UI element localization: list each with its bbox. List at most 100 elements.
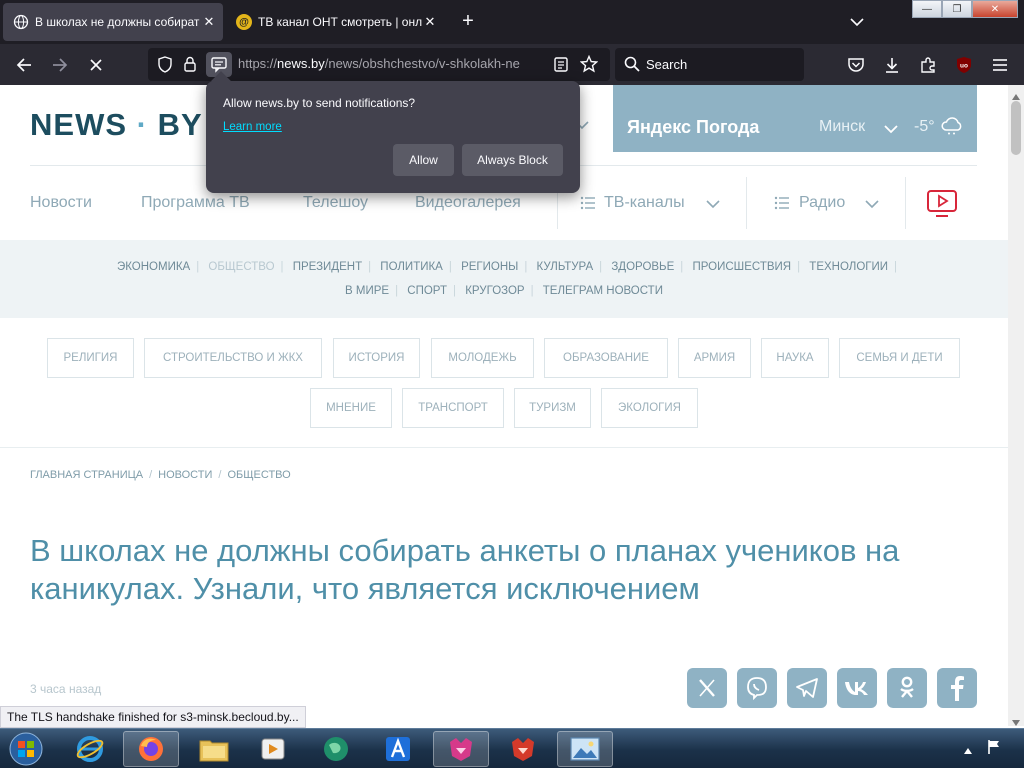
action-center-flag-icon[interactable] <box>986 738 1002 761</box>
chevron-down-icon[interactable] <box>705 197 721 215</box>
image-viewer-icon[interactable] <box>557 731 613 767</box>
x-icon[interactable] <box>687 668 727 708</box>
window-controls: — ❐ ✕ <box>912 0 1018 18</box>
rubric-link[interactable]: ТЕЛЕГРАМ НОВОСТИ <box>537 285 669 297</box>
ont-favicon-icon: @ <box>236 14 252 30</box>
back-arrow-icon[interactable] <box>13 54 35 76</box>
popup-message: Allow news.by to send notifications? <box>223 96 416 110</box>
nav-news[interactable]: Новости <box>30 194 92 212</box>
tag-button[interactable]: ИСТОРИЯ <box>333 338 420 378</box>
allow-button[interactable]: Allow <box>393 144 454 176</box>
rubric-link[interactable]: ПОЛИТИКА <box>374 261 449 273</box>
list-all-tabs-icon[interactable] <box>846 12 868 32</box>
tag-button[interactable]: ЭКОЛОГИЯ <box>601 388 698 428</box>
firefox-icon[interactable] <box>123 731 179 767</box>
start-button[interactable] <box>4 730 48 768</box>
site-logo[interactable]: NEWS · BY <box>30 107 203 143</box>
rubric-link[interactable]: В МИРЕ <box>339 285 395 297</box>
facebook-icon[interactable] <box>937 668 977 708</box>
fox-app-icon[interactable] <box>433 731 489 767</box>
rubric-link[interactable]: КУЛЬТУРА <box>531 261 600 273</box>
extensions-icon[interactable] <box>917 54 939 76</box>
breadcrumb-society[interactable]: ОБЩЕСТВО <box>227 469 290 481</box>
tracking-shield-icon[interactable] <box>157 56 173 78</box>
globe-app-icon[interactable] <box>308 731 364 767</box>
tag-button[interactable]: ТРАНСПОРТ <box>402 388 504 428</box>
reader-view-icon[interactable] <box>553 56 569 78</box>
rubric-link[interactable]: ПРОИСШЕСТВИЯ <box>686 261 797 273</box>
weather-temperature: -5° <box>914 118 935 135</box>
globe-icon <box>13 14 29 30</box>
show-hidden-icons-icon[interactable] <box>963 742 973 760</box>
close-window-button[interactable]: ✕ <box>972 0 1018 18</box>
pocket-icon[interactable] <box>845 54 867 76</box>
tag-button[interactable]: ОБРАЗОВАНИЕ <box>544 338 668 378</box>
file-explorer-icon[interactable] <box>186 731 242 767</box>
article-headline: В школах не должны собирать анкеты о пла… <box>30 533 900 606</box>
rubric-link[interactable]: КРУГОЗОР <box>459 285 530 297</box>
learn-more-link[interactable]: Learn more <box>223 121 282 133</box>
stop-loading-icon[interactable] <box>85 54 107 76</box>
chevron-down-icon[interactable] <box>864 197 880 215</box>
forward-arrow-icon[interactable] <box>49 54 71 76</box>
rubric-link[interactable]: ТЕХНОЛОГИИ <box>803 261 894 273</box>
ublock-origin-icon[interactable]: uo <box>953 54 975 76</box>
internet-explorer-icon[interactable] <box>62 731 118 767</box>
youtube-play-icon[interactable] <box>926 189 958 224</box>
restore-button[interactable]: ❐ <box>942 0 972 18</box>
nav-tv-channels[interactable]: ТВ-каналы <box>604 194 685 212</box>
breadcrumb-home[interactable]: ГЛАВНАЯ СТРАНИЦА <box>30 469 143 481</box>
hamburger-menu-icon[interactable] <box>989 54 1011 76</box>
breadcrumb: ГЛАВНАЯ СТРАНИЦА / НОВОСТИ / ОБЩЕСТВО <box>30 469 291 481</box>
rubric-link[interactable]: РЕГИОНЫ <box>455 261 524 273</box>
tag-button[interactable]: СЕМЬЯ И ДЕТИ <box>839 338 960 378</box>
tab-ont[interactable]: @ ТВ канал ОНТ смотреть | онла ✕ <box>226 3 444 41</box>
nav-teleshows[interactable]: Телешоу <box>303 194 368 212</box>
viber-icon[interactable] <box>737 668 777 708</box>
chevron-down-icon[interactable] <box>883 122 899 140</box>
tag-button[interactable]: МОЛОДЕЖЬ <box>431 338 534 378</box>
tag-button[interactable]: РЕЛИГИЯ <box>47 338 134 378</box>
rubric-link-active[interactable]: ОБЩЕСТВО <box>202 261 280 273</box>
downloads-icon[interactable] <box>881 54 903 76</box>
weather-title: Яндекс Погода <box>627 117 760 137</box>
rubric-link[interactable]: СПОРТ <box>401 285 453 297</box>
red-fox-app-icon[interactable] <box>495 731 551 767</box>
rubric-row: ЭКОНОМИКА | ОБЩЕСТВО | ПРЕЗИДЕНТ | ПОЛИТИКА… <box>0 261 1008 273</box>
weather-widget[interactable]: Яндекс Погода Минск -5° <box>613 85 977 152</box>
nav-divider <box>905 177 906 229</box>
rubric-link[interactable]: ПРЕЗИДЕНТ <box>287 261 368 273</box>
a-app-icon[interactable] <box>370 731 426 767</box>
media-player-icon[interactable] <box>245 731 301 767</box>
nav-divider <box>746 177 747 229</box>
tab-news[interactable]: В школах не должны собират ✕ <box>3 3 223 41</box>
tag-button[interactable]: НАУКА <box>761 338 829 378</box>
lock-icon[interactable] <box>183 56 197 78</box>
minimize-button[interactable]: — <box>912 0 942 18</box>
tag-button[interactable]: АРМИЯ <box>678 338 751 378</box>
nav-radio[interactable]: Радио <box>799 194 845 212</box>
vk-icon[interactable] <box>837 668 877 708</box>
telegram-icon[interactable] <box>787 668 827 708</box>
odnoklassniki-icon[interactable] <box>887 668 927 708</box>
svg-text:uo: uo <box>960 63 968 70</box>
new-tab-button[interactable]: + <box>456 10 480 34</box>
article-age: 3 часа назад <box>30 682 102 696</box>
tag-button[interactable]: ТУРИЗМ <box>514 388 591 428</box>
rubric-bar: ЭКОНОМИКА | ОБЩЕСТВО | ПРЕЗИДЕНТ | ПОЛИТИКА… <box>0 240 1008 318</box>
rubric-link[interactable]: ЗДОРОВЬЕ <box>605 261 680 273</box>
close-tab-icon[interactable]: ✕ <box>422 14 438 30</box>
search-bar[interactable]: Search <box>615 48 804 81</box>
nav-video-gallery[interactable]: Видеогалерея <box>415 194 521 212</box>
always-block-button[interactable]: Always Block <box>462 144 563 176</box>
bookmark-star-icon[interactable] <box>579 54 599 78</box>
close-tab-icon[interactable]: ✕ <box>201 14 217 30</box>
nav-tv-program[interactable]: Программа ТВ <box>141 194 250 212</box>
page-scrollbar[interactable] <box>1008 85 1024 726</box>
section-divider <box>0 447 1008 448</box>
rubric-link[interactable]: ЭКОНОМИКА <box>111 261 196 273</box>
tag-button[interactable]: МНЕНИЕ <box>310 388 392 428</box>
scroll-thumb[interactable] <box>1011 101 1021 155</box>
breadcrumb-news[interactable]: НОВОСТИ <box>158 469 212 481</box>
tag-button[interactable]: СТРОИТЕЛЬСТВО И ЖКХ <box>144 338 322 378</box>
